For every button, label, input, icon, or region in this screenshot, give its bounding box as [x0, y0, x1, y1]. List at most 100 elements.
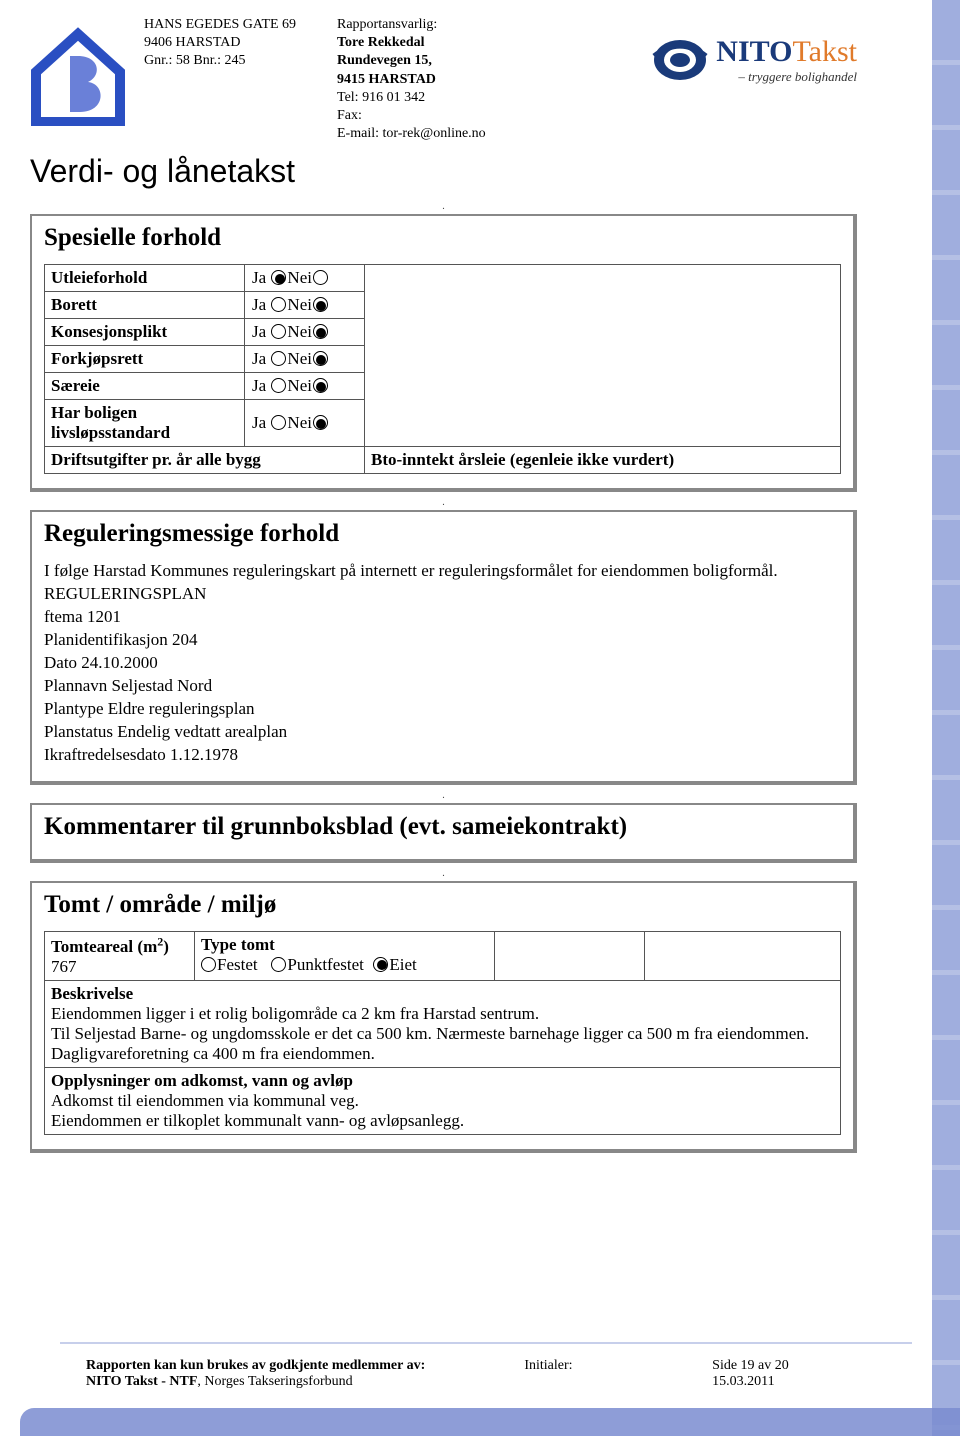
tomt-title: Tomt / område / miljø: [44, 891, 841, 919]
separator-dot: .: [30, 204, 857, 214]
radio-eiet-icon: [373, 957, 388, 972]
label-livslop: Har boligen livsløpsstandard: [45, 400, 245, 447]
address-gnr-bnr: Gnr.: 58 Bnr.: 245: [144, 52, 319, 70]
section-tomt: Tomt / område / miljø Tomteareal (m2) 76…: [30, 881, 857, 1154]
radio-nei-icon: [313, 297, 328, 312]
address-postal: 9406 HARSTAD: [144, 34, 319, 52]
tomt-type-cell: Type tomt Festet Punktfestet Eiet: [195, 931, 495, 981]
responsible-tel: Tel: 916 01 342: [337, 89, 517, 107]
label-saereie: Særeie: [45, 373, 245, 400]
radio-utleie: Ja Nei: [245, 265, 365, 292]
footer-left: Rapporten kan kun brukes av godkjente me…: [86, 1358, 524, 1390]
label-borett: Borett: [45, 292, 245, 319]
nito-brand-main: NITO: [716, 35, 792, 68]
footer-left2r: , Norges Takseringsforbund: [197, 1374, 352, 1389]
beskrivelse-label: Beskrivelse: [51, 984, 133, 1003]
header-row: HANS EGEDES GATE 69 9406 HARSTAD Gnr.: 5…: [30, 16, 857, 143]
tomt-table: Tomteareal (m2) 767 Type tomt Festet Pun…: [44, 931, 841, 1136]
radio-ja-icon: [271, 324, 286, 339]
responsible-label: Rapportansvarlig:: [337, 16, 517, 34]
regulering-title: Reguleringsmessige forhold: [44, 520, 841, 548]
section-spesielle-forhold: Spesielle forhold Utleieforhold Ja Nei B…: [30, 214, 857, 492]
tomt-areal-cell: Tomteareal (m2) 767: [45, 931, 195, 981]
spesielle-empty-cell: [365, 265, 841, 447]
spesielle-title: Spesielle forhold: [44, 224, 841, 252]
radio-forkjop: Ja Nei: [245, 346, 365, 373]
reg-l5: Plannavn Seljestad Nord: [44, 675, 841, 698]
nito-tagline: – tryggere bolighandel: [716, 69, 857, 85]
row-drift: Driftsutgifter pr. år alle bygg Bto-innt…: [45, 447, 841, 474]
reg-p1: I følge Harstad Kommunes reguleringskart…: [44, 560, 841, 583]
radio-ja-icon: [271, 378, 286, 393]
regulering-body: I følge Harstad Kommunes reguleringskart…: [44, 560, 841, 766]
footer-date: 15.03.2011: [712, 1374, 774, 1389]
radio-nei-icon: [313, 415, 328, 430]
footer-left1: Rapporten kan kun brukes av godkjente me…: [86, 1358, 425, 1373]
nito-brand-sub: Takst: [792, 35, 857, 68]
radio-borett: Ja Nei: [245, 292, 365, 319]
kommentar-title: Kommentarer til grunnboksblad (evt. same…: [44, 813, 841, 841]
responsible-name: Tore Rekkedal: [337, 34, 517, 52]
reg-l8: Ikraftredelsesdato 1.12.1978: [44, 744, 841, 767]
radio-nei-icon: [313, 351, 328, 366]
nito-brand: NITOTakst: [716, 35, 857, 69]
oppl-label: Opplysninger om adkomst, vann og avløp: [51, 1071, 353, 1090]
footer-page: Side 19 av 20: [712, 1358, 789, 1373]
tomt-empty2: [645, 931, 841, 981]
value-drift: Bto-inntekt årsleie (egenleie ikke vurde…: [365, 447, 841, 474]
oppl-1: Adkomst til eiendommen via kommunal veg.: [51, 1091, 359, 1110]
radio-nei-icon: [313, 378, 328, 393]
reg-l1: REGULERINGSPLAN: [44, 583, 841, 606]
address-street: HANS EGEDES GATE 69: [144, 16, 319, 34]
footer-border: [60, 1342, 912, 1344]
property-address: HANS EGEDES GATE 69 9406 HARSTAD Gnr.: 5…: [144, 16, 319, 71]
reg-l6: Plantype Eldre reguleringsplan: [44, 698, 841, 721]
page-title: Verdi- og lånetakst: [30, 153, 857, 190]
label-forkjop: Forkjøpsrett: [45, 346, 245, 373]
page-border-bottom: [20, 1408, 960, 1436]
radio-nei-icon: [313, 270, 328, 285]
spesielle-table: Utleieforhold Ja Nei Borett Ja Nei Konse…: [44, 264, 841, 474]
radio-livslop: Ja Nei: [245, 400, 365, 447]
reg-l3: Planidentifikasjon 204: [44, 629, 841, 652]
nito-logo-icon: [652, 32, 708, 88]
oppl-2: Eiendommen er tilkoplet kommunalt vann- …: [51, 1111, 464, 1130]
nito-logo-block: NITOTakst – tryggere bolighandel: [652, 32, 857, 88]
radio-saereie: Ja Nei: [245, 373, 365, 400]
beskrivelse-2: Til Seljestad Barne- og ungdomsskole er …: [51, 1024, 809, 1063]
reg-l2: ftema 1201: [44, 606, 841, 629]
separator-dot: .: [30, 793, 857, 803]
label-utleie: Utleieforhold: [45, 265, 245, 292]
reg-l7: Planstatus Endelig vedtatt arealplan: [44, 721, 841, 744]
radio-ja-icon: [271, 270, 286, 285]
responsible-block: Rapportansvarlig: Tore Rekkedal Rundeveg…: [337, 16, 517, 143]
section-regulering: Reguleringsmessige forhold I følge Harst…: [30, 510, 857, 784]
tomt-empty1: [495, 931, 645, 981]
beskrivelse-1: Eiendommen ligger i et rolig boligområde…: [51, 1004, 539, 1023]
radio-ja-icon: [271, 351, 286, 366]
radio-ja-icon: [271, 297, 286, 312]
tomt-oppl-cell: Opplysninger om adkomst, vann og avløp A…: [45, 1068, 841, 1135]
separator-dot: .: [30, 500, 857, 510]
separator-dot: .: [30, 871, 857, 881]
radio-nei-icon: [313, 324, 328, 339]
footer-right: Side 19 av 20 15.03.2011: [712, 1358, 900, 1390]
ab-logo: [30, 16, 126, 131]
responsible-addr2: 9415 HARSTAD: [337, 71, 517, 89]
responsible-addr1: Rundevegen 15,: [337, 52, 517, 70]
radio-festet-icon: [201, 957, 216, 972]
responsible-email: E-mail: tor-rek@online.no: [337, 125, 517, 143]
section-kommentarer: Kommentarer til grunnboksblad (evt. same…: [30, 803, 857, 863]
tomt-areal-val: 767: [51, 957, 77, 976]
radio-punkt-icon: [271, 957, 286, 972]
responsible-fax: Fax:: [337, 107, 517, 125]
page-border-right: [932, 0, 960, 1436]
footer-left2b: NITO Takst - NTF: [86, 1374, 197, 1389]
radio-ja-icon: [271, 415, 286, 430]
tomt-type-label: Type tomt: [201, 935, 275, 954]
row-utleieforhold: Utleieforhold Ja Nei: [45, 265, 841, 292]
label-konsesjon: Konsesjonsplikt: [45, 319, 245, 346]
tomt-beskrivelse-cell: Beskrivelse Eiendommen ligger i et rolig…: [45, 981, 841, 1068]
label-drift: Driftsutgifter pr. år alle bygg: [45, 447, 365, 474]
footer-mid: Initialer:: [524, 1358, 712, 1390]
